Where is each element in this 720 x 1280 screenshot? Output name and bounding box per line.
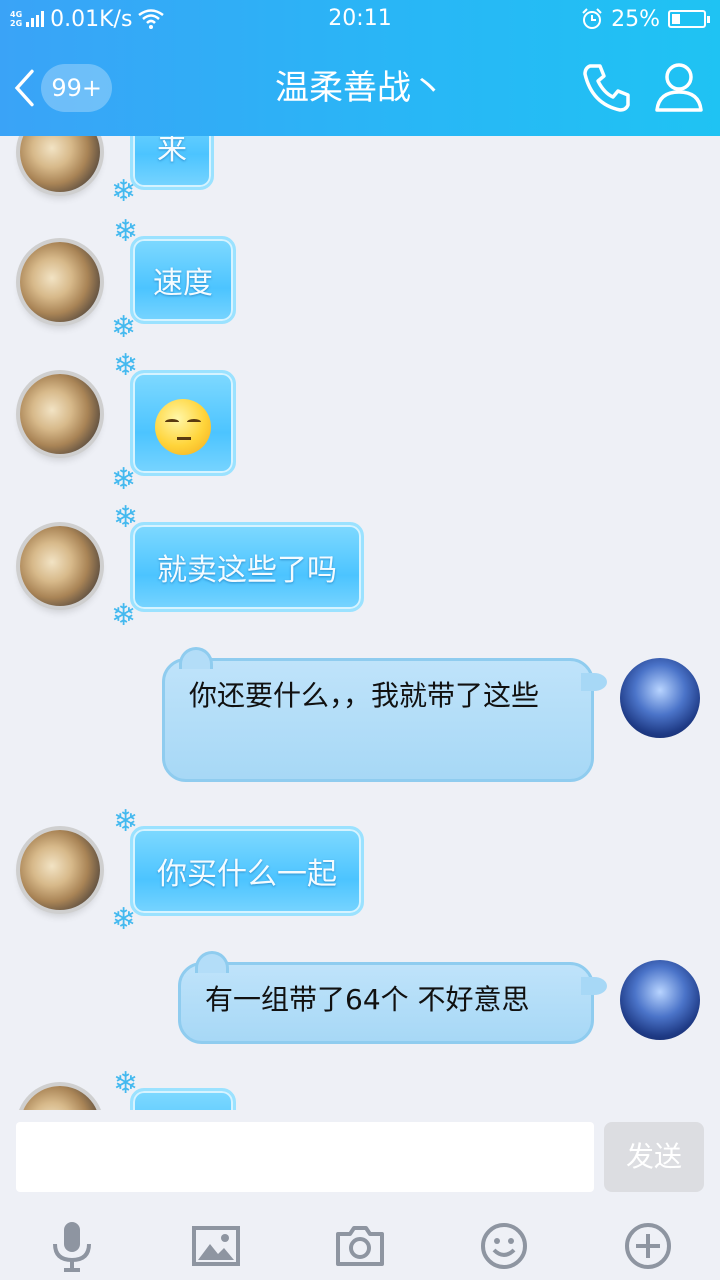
nav-bar: 99+ 温柔善战丶 [0,38,720,136]
profile-button[interactable] [652,60,706,114]
bubble-tail [581,673,607,691]
bubble-ear-decoration [195,951,229,973]
snowflake-icon: ❄ [111,598,137,633]
friend-avatar[interactable] [20,830,100,910]
call-button[interactable] [580,60,634,114]
gallery-button[interactable] [186,1216,246,1276]
snowflake-icon: ❄ [113,214,139,249]
message-bubble[interactable]: 你还要什么，，我就带了这些 [162,647,607,782]
input-bar: 发送 [0,1110,720,1280]
bubble-ear-decoration [179,647,213,669]
message-input[interactable] [16,1122,594,1192]
battery-percent: 25% [611,6,660,32]
friend-avatar[interactable] [20,526,100,606]
snowflake-icon: ❄ [111,462,137,497]
message-list[interactable]: ❄ 来 ❄ ❄ 速度 ❄ ❄ ❄ ❄ 就卖这些了吗 你还要什么，，我就带了这些 … [0,136,720,1120]
message-text: 你买什么一起 [157,857,337,892]
friend-avatar[interactable] [20,242,100,322]
emoji-icon [481,1223,527,1269]
snowflake-icon: ❄ [111,174,137,209]
message-text: 你还要什么，，我就带了这些 [189,679,540,712]
status-bar: 4G 2G 0.01K/s 20:11 25% [0,0,720,38]
side-eye-face-emoji [155,399,211,455]
message-bubble[interactable]: 有一组带了64个 不好意思 [178,951,607,1044]
message-bubble[interactable]: ❄ 来 [111,136,214,207]
bubble-tail [581,977,607,995]
battery-icon [668,10,710,28]
send-button[interactable]: 发送 [604,1122,704,1192]
my-avatar[interactable] [620,658,700,738]
camera-button[interactable] [330,1216,390,1276]
friend-avatar[interactable] [20,136,100,192]
snowflake-icon: ❄ [113,348,139,383]
image-icon [192,1226,240,1266]
snowflake-icon: ❄ [113,804,139,839]
microphone-icon [53,1222,91,1272]
message-text: 速度 [153,266,213,301]
snowflake-icon: ❄ [111,902,137,937]
battery-level [672,14,680,24]
person-icon [655,63,703,112]
snowflake-icon: ❄ [111,310,137,345]
alarm-icon [582,8,602,29]
message-text: 就卖这些了吗 [157,553,337,588]
snowflake-icon: ❄ [113,500,139,535]
more-button[interactable] [618,1216,678,1276]
voice-button[interactable] [42,1216,102,1276]
emoji-button[interactable] [474,1216,534,1276]
toolbar [0,1210,720,1280]
message-text: 有一组带了64个 不好意思 [205,983,530,1016]
message-bubble[interactable]: ❄ ❄ 就卖这些了吗 [111,503,364,631]
snowflake-icon: ❄ [113,1066,139,1101]
my-avatar[interactable] [620,960,700,1040]
friend-avatar[interactable] [20,374,100,454]
chat-header: 4G 2G 0.01K/s 20:11 25% 99+ 温柔善战丶 [0,0,720,136]
message-bubble[interactable]: ❄ ❄ 速度 [111,217,236,343]
phone-icon [583,64,630,112]
camera-icon [336,1226,384,1266]
message-text: 来 [157,136,187,167]
message-bubble[interactable]: ❄ ❄ 你买什么一起 [111,807,364,935]
message-bubble[interactable]: ❄ ❄ [111,351,236,495]
plus-icon [625,1223,671,1269]
